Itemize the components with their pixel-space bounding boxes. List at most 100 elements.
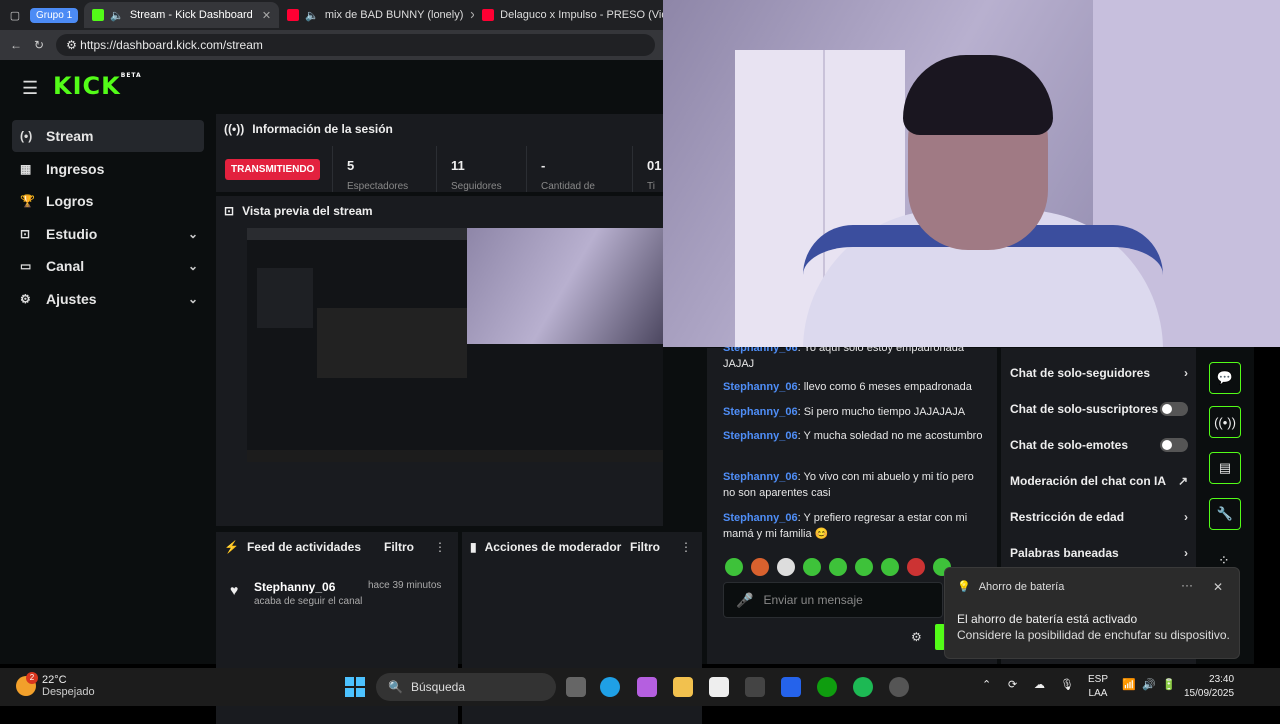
- chat-username[interactable]: Stephanny_06: [723, 430, 798, 442]
- kick-favicon-icon: [92, 9, 105, 21]
- setting-followers-only[interactable]: Chat de solo-seguidores ›: [1010, 366, 1188, 380]
- chevron-up-icon[interactable]: ⌃: [982, 678, 991, 691]
- more-options-icon[interactable]: ⋮: [680, 540, 692, 554]
- sidebar-item-label: Ajustes: [46, 290, 97, 307]
- quick-actions-rail: 💬 ((•)) ▤ 🔧 ⁘: [1206, 348, 1242, 568]
- mod-filter-button[interactable]: Filtro: [630, 540, 660, 554]
- logo-text: KICK: [53, 72, 121, 100]
- weather-widget[interactable]: 2 22°C Despejado: [16, 672, 95, 698]
- feed-filter-button[interactable]: Filtro: [384, 540, 414, 554]
- sidebar-item-ajustes[interactable]: ⚙ Ajustes ⌄: [12, 283, 204, 315]
- url-field[interactable]: ⚙ https://dashboard.kick.com/stream: [56, 34, 655, 56]
- obs-icon[interactable]: [889, 677, 909, 697]
- weather-sun-icon: 2: [16, 672, 38, 696]
- app-icon[interactable]: [745, 677, 765, 697]
- emote-icon[interactable]: [829, 558, 847, 576]
- app-icon[interactable]: [781, 677, 801, 697]
- feed-username[interactable]: Stephanny_06: [254, 580, 335, 594]
- sidebar-item-canal[interactable]: ▭ Canal ⌄: [12, 250, 204, 282]
- session-info-panel: ((•)) Información de la sesión TRANSMITIE…: [216, 114, 663, 192]
- setting-ai-moderation[interactable]: Moderación del chat con IA ↗: [1010, 474, 1188, 488]
- chevron-right-icon: ›: [1184, 366, 1188, 380]
- clip-icon[interactable]: ▤: [1209, 452, 1241, 484]
- reload-icon[interactable]: ↻: [34, 38, 44, 52]
- emote-icon[interactable]: [907, 558, 925, 576]
- close-icon[interactable]: ✕: [1213, 580, 1223, 594]
- emote-icon[interactable]: [881, 558, 899, 576]
- tab-bad-bunny[interactable]: 🔈 mix de BAD BUNNY (lonely) ✕: [279, 2, 474, 28]
- chat-username[interactable]: Stephanny_06: [723, 406, 798, 418]
- store-icon[interactable]: [709, 677, 729, 697]
- chat-message: Stephanny_06: llevo como 6 meses empadro…: [723, 379, 985, 395]
- sidebar-item-label: Stream: [46, 128, 94, 144]
- emotes-only-toggle[interactable]: [1160, 438, 1188, 452]
- cloud-icon[interactable]: ☁: [1034, 678, 1045, 691]
- sync-icon[interactable]: ⟳: [1008, 678, 1017, 691]
- system-clock[interactable]: 23:40 15/09/2025: [1184, 673, 1234, 701]
- sidebar-item-label: Logros: [46, 193, 94, 210]
- sidebar-item-stream[interactable]: (•) Stream: [12, 120, 204, 152]
- speaker-icon: 🔈: [110, 9, 124, 22]
- broadcast-icon: ((•)): [224, 122, 245, 136]
- xbox-icon[interactable]: [817, 677, 837, 697]
- setting-label: Moderación del chat con IA: [1010, 474, 1167, 488]
- hamburger-menu-icon[interactable]: ☰: [22, 78, 38, 99]
- tab-delaguco[interactable]: Delaguco x Impulso - PRESO (Vid: [474, 2, 669, 28]
- clock-date: 15/09/2025: [1184, 688, 1235, 699]
- sidebar-item-estudio[interactable]: ⊡ Estudio ⌄: [12, 218, 204, 250]
- stream-preview-video[interactable]: [247, 228, 663, 462]
- battery-icon[interactable]: 🔋: [1162, 678, 1176, 691]
- site-info-icon[interactable]: ⚙: [66, 38, 80, 52]
- file-explorer-icon[interactable]: [673, 677, 693, 697]
- more-options-icon[interactable]: ⋮: [434, 540, 446, 554]
- back-icon[interactable]: ←: [10, 38, 22, 52]
- microphone-icon[interactable]: 🎙: [1060, 678, 1074, 691]
- microphone-icon[interactable]: 🎤: [736, 592, 753, 609]
- spotify-icon[interactable]: [853, 677, 873, 697]
- close-tab-icon[interactable]: ✕: [262, 9, 271, 22]
- address-bar: ← ↻ ⚙ https://dashboard.kick.com/stream: [0, 30, 663, 60]
- chat-settings-gear-icon[interactable]: ⚙: [911, 630, 922, 644]
- windows-start-icon[interactable]: [345, 677, 365, 697]
- chat-username[interactable]: Stephanny_06: [723, 512, 798, 524]
- wrench-icon[interactable]: 🔧: [1209, 498, 1241, 530]
- task-view-icon[interactable]: [566, 677, 586, 697]
- setting-banned-words[interactable]: Palabras baneadas ›: [1010, 546, 1188, 560]
- stat-label: Ti: [647, 181, 655, 192]
- stat-value: 11: [451, 158, 465, 173]
- sidebar-item-logros[interactable]: 🏆 Logros: [12, 185, 204, 217]
- chevron-right-icon: ›: [1184, 510, 1188, 524]
- sidebar-item-label: Estudio: [46, 225, 98, 242]
- volume-icon[interactable]: 🔊: [1142, 678, 1156, 691]
- panel-header: ((•)) Información de la sesión: [224, 122, 393, 136]
- more-options-icon[interactable]: ···: [1181, 578, 1193, 592]
- emote-icon[interactable]: [855, 558, 873, 576]
- emote-icon[interactable]: [803, 558, 821, 576]
- wifi-icon[interactable]: 📶: [1122, 678, 1136, 691]
- copilot-icon[interactable]: [637, 677, 657, 697]
- taskbar-search[interactable]: 🔍 Búsqueda: [376, 673, 556, 701]
- edge-icon[interactable]: [600, 677, 620, 697]
- hair: [903, 55, 1053, 135]
- tab-group-chip[interactable]: Grupo 1: [30, 7, 79, 23]
- subscribers-only-toggle[interactable]: [1160, 402, 1188, 416]
- emote-icon[interactable]: [751, 558, 769, 576]
- tab-kick-dashboard[interactable]: 🔈 Stream - Kick Dashboard ✕: [84, 2, 280, 28]
- chat-message-input[interactable]: 🎤 Enviar un mensaje: [723, 582, 943, 618]
- tab-title: Delaguco x Impulso - PRESO (Vid: [500, 9, 668, 21]
- emote-icon[interactable]: [777, 558, 795, 576]
- emote-icon[interactable]: [725, 558, 743, 576]
- input-language[interactable]: ESP LAA: [1088, 673, 1108, 701]
- window-menu-icon[interactable]: ▢: [0, 9, 30, 22]
- battery-saver-notification[interactable]: 💡 Ahorro de batería ··· ✕ El ahorro de ba…: [944, 567, 1240, 659]
- broadcast-icon[interactable]: ((•)): [1209, 406, 1241, 438]
- chat-username[interactable]: Stephanny_06: [723, 381, 798, 393]
- chat-username[interactable]: Stephanny_06: [723, 471, 798, 483]
- sidebar-item-ingresos[interactable]: ▦ Ingresos: [12, 153, 204, 185]
- webcam-overlay: [663, 0, 1280, 347]
- chat-bubble-icon[interactable]: 💬: [1209, 362, 1241, 394]
- kick-logo[interactable]: KICKBETA: [53, 72, 142, 100]
- setting-age-restriction[interactable]: Restricción de edad ›: [1010, 510, 1188, 524]
- notification-line1: El ahorro de batería está activado: [957, 612, 1138, 626]
- divider: [632, 146, 633, 192]
